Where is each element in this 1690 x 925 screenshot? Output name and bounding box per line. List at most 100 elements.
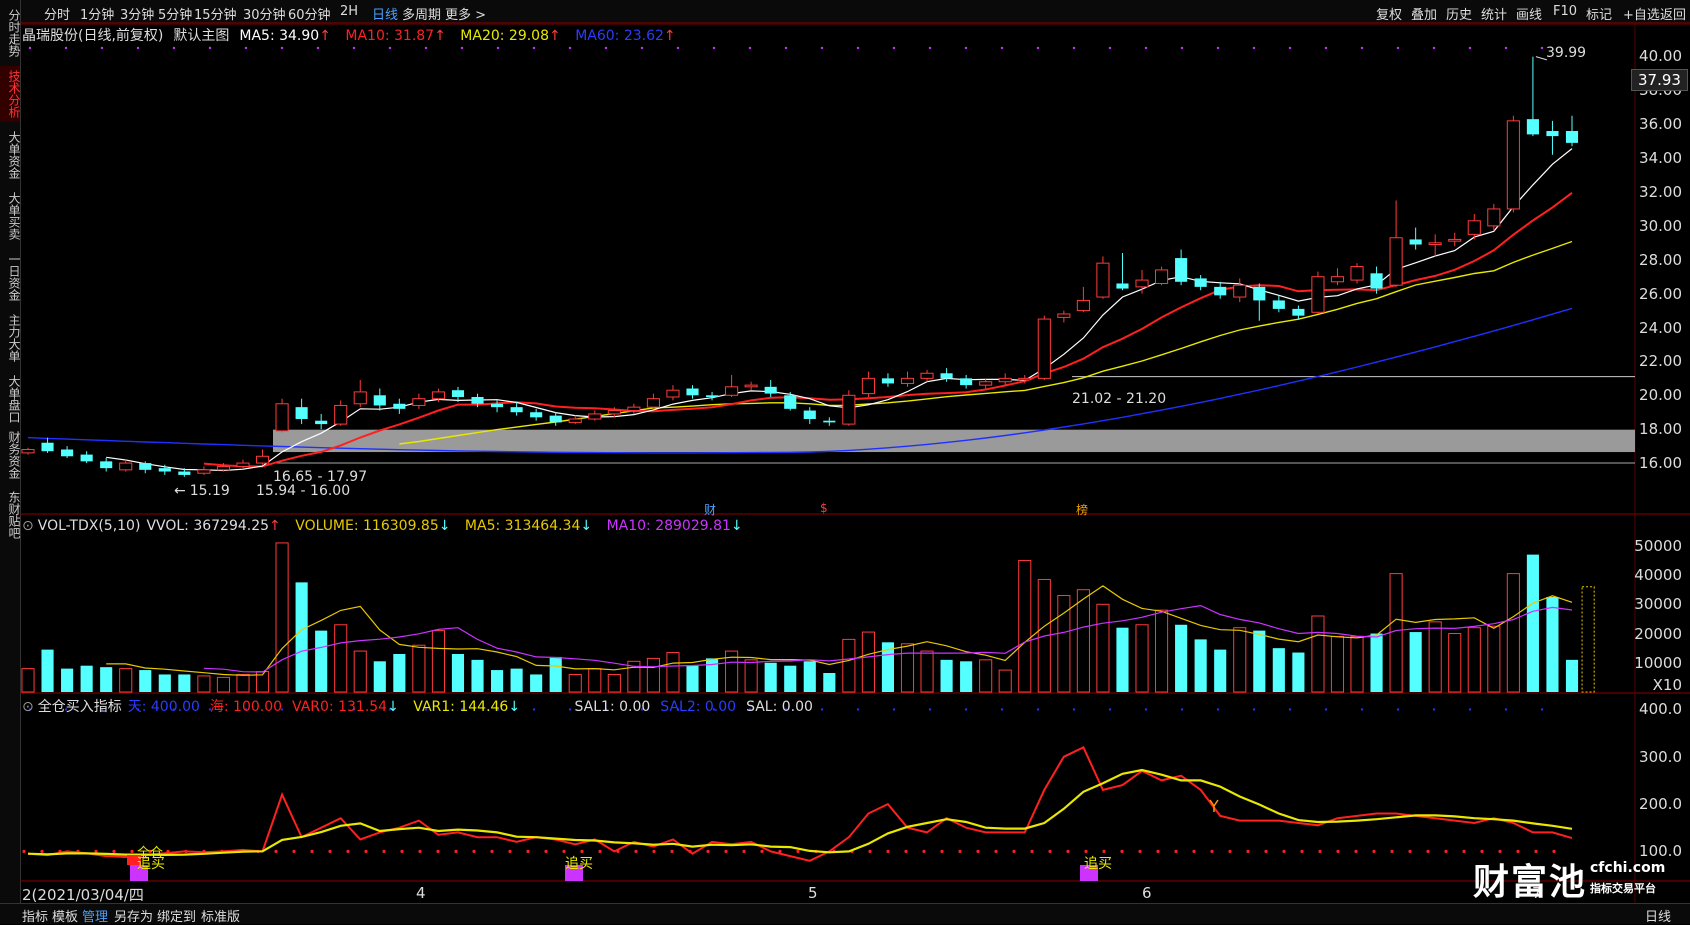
hai-dot xyxy=(904,849,908,853)
date-axis-first-date: 2021/03/04/四 xyxy=(37,886,144,904)
ma20-up-arrow: ↑ xyxy=(549,28,561,44)
vol-settings-icon[interactable]: ⊙ xyxy=(22,518,34,534)
candle-body xyxy=(666,389,680,398)
candle-body xyxy=(1409,239,1422,245)
volume-value: VOLUME: 116309.85 xyxy=(295,518,439,534)
var0-arrow: ↓ xyxy=(387,699,399,715)
candle-body xyxy=(1175,258,1188,282)
hai-dot xyxy=(1246,849,1250,853)
top-dot xyxy=(496,46,500,50)
price-axis-label-2: 36.00 xyxy=(1639,115,1682,134)
hai-dot xyxy=(1228,849,1232,853)
candle-body xyxy=(1116,283,1129,289)
volume-bar xyxy=(315,630,328,692)
candle-body xyxy=(216,465,231,471)
candle-body xyxy=(451,390,465,397)
volume-bar xyxy=(979,659,993,693)
vol-name[interactable]: VOL-TDX(5,10) xyxy=(38,518,141,534)
top-dot xyxy=(1432,46,1436,50)
ind-settings-icon[interactable]: ⊙ xyxy=(22,699,34,715)
price-axis-label-0: 40.00 xyxy=(1639,47,1682,66)
price-axis-label-4: 32.00 xyxy=(1639,183,1682,201)
bottom-tab-0[interactable]: 指标 xyxy=(22,906,48,925)
top-dot xyxy=(1504,46,1508,50)
month-label-4: 4 xyxy=(416,884,426,902)
hai-dot xyxy=(994,849,998,853)
volume-bar xyxy=(1233,627,1247,693)
template-name[interactable]: 默认主图 xyxy=(173,28,229,44)
bottom-tab-1[interactable]: 模板 xyxy=(52,906,78,925)
candle-body xyxy=(100,461,113,469)
top-dot xyxy=(316,46,320,50)
candle-body xyxy=(471,396,484,404)
event-list[interactable]: 榜 xyxy=(1076,501,1088,518)
bottom-tab-5[interactable]: 标准版 xyxy=(201,906,240,925)
bottom-tab-4[interactable]: 绑定到 xyxy=(157,906,196,925)
hai-dot xyxy=(958,849,962,853)
top-dot xyxy=(820,46,824,50)
watermark-tagline: 指标交易平台 xyxy=(1590,882,1656,895)
hai-dot xyxy=(418,849,422,853)
hai-dot xyxy=(1192,849,1196,853)
top-dot xyxy=(280,46,284,50)
volume-bar xyxy=(1175,624,1188,692)
price-axis-label-12: 16.00 xyxy=(1639,454,1682,473)
hai-dot xyxy=(1462,849,1466,853)
candle-body xyxy=(1565,131,1579,143)
var0-value: VAR0: 131.54 xyxy=(292,699,388,715)
tian-dot xyxy=(1504,708,1508,711)
watermark-site: cfchi.com xyxy=(1590,860,1666,876)
candle-body xyxy=(881,378,895,384)
top-dot xyxy=(1252,46,1256,50)
volume-bar xyxy=(216,676,231,693)
sal2-value: SAL2: 0.00 xyxy=(660,699,737,715)
top-dot xyxy=(1180,46,1184,50)
tian-dot xyxy=(1036,708,1040,711)
high-price-label: 39.99 xyxy=(1546,45,1587,61)
hai-dot xyxy=(1048,849,1052,853)
hai-dot xyxy=(526,849,530,853)
candle-body xyxy=(21,449,35,454)
hai-dot xyxy=(1030,849,1034,853)
volume-bar xyxy=(900,643,915,693)
bottom-period-label[interactable]: 日线 xyxy=(1645,906,1671,925)
stock-chart[interactable] xyxy=(0,0,1690,923)
hai-dot xyxy=(508,849,512,853)
main-legend: 晶瑞股份(日线,前复权) 默认主图 MA5: 34.90↑ MA10: 31.87↑… xyxy=(22,25,686,45)
hai-dot xyxy=(976,849,980,853)
tian-dot xyxy=(928,708,932,711)
tian-dot xyxy=(1432,708,1436,711)
candle-body xyxy=(568,418,582,423)
stock-name[interactable]: 晶瑞股份(日线,前复权) xyxy=(22,28,163,44)
candle-body xyxy=(1428,242,1442,246)
hai-dot xyxy=(364,849,368,853)
price-highlight-box: 37.93 xyxy=(1631,69,1688,91)
hai-dot xyxy=(886,849,890,853)
month-label-6: 6 xyxy=(1142,884,1152,902)
ind-axis-label-0: 400.0 xyxy=(1639,700,1682,719)
hai-dot xyxy=(922,849,926,853)
bottom-tab-3[interactable]: 另存为 xyxy=(114,906,153,925)
candle-body xyxy=(275,403,289,432)
volume-bar xyxy=(1506,573,1520,693)
candle-body xyxy=(41,442,54,452)
event-finance[interactable]: 财 xyxy=(704,501,716,518)
tian-dot xyxy=(964,708,968,711)
candle-body xyxy=(588,413,602,420)
vol-ma5-arrow: ↓ xyxy=(580,518,593,534)
volume-bar xyxy=(41,649,54,692)
top-dot xyxy=(676,46,680,50)
candle-body xyxy=(431,391,445,400)
ind-name[interactable]: 全仓买入指标 xyxy=(38,699,122,715)
candle-body xyxy=(1311,276,1325,313)
hai-dot xyxy=(634,849,638,853)
volume-bar xyxy=(100,667,113,692)
volume-bar xyxy=(960,661,973,692)
bottom-tab-2[interactable]: 管理 xyxy=(82,906,108,925)
top-dot xyxy=(532,46,536,50)
volume-bar xyxy=(1409,632,1422,692)
event-dollar[interactable]: $ xyxy=(820,501,828,515)
date-axis-first: 2(2021/03/04/四 xyxy=(22,884,144,905)
price-highlight-value: 37.93 xyxy=(1638,71,1681,89)
hai-dot xyxy=(1318,849,1322,853)
